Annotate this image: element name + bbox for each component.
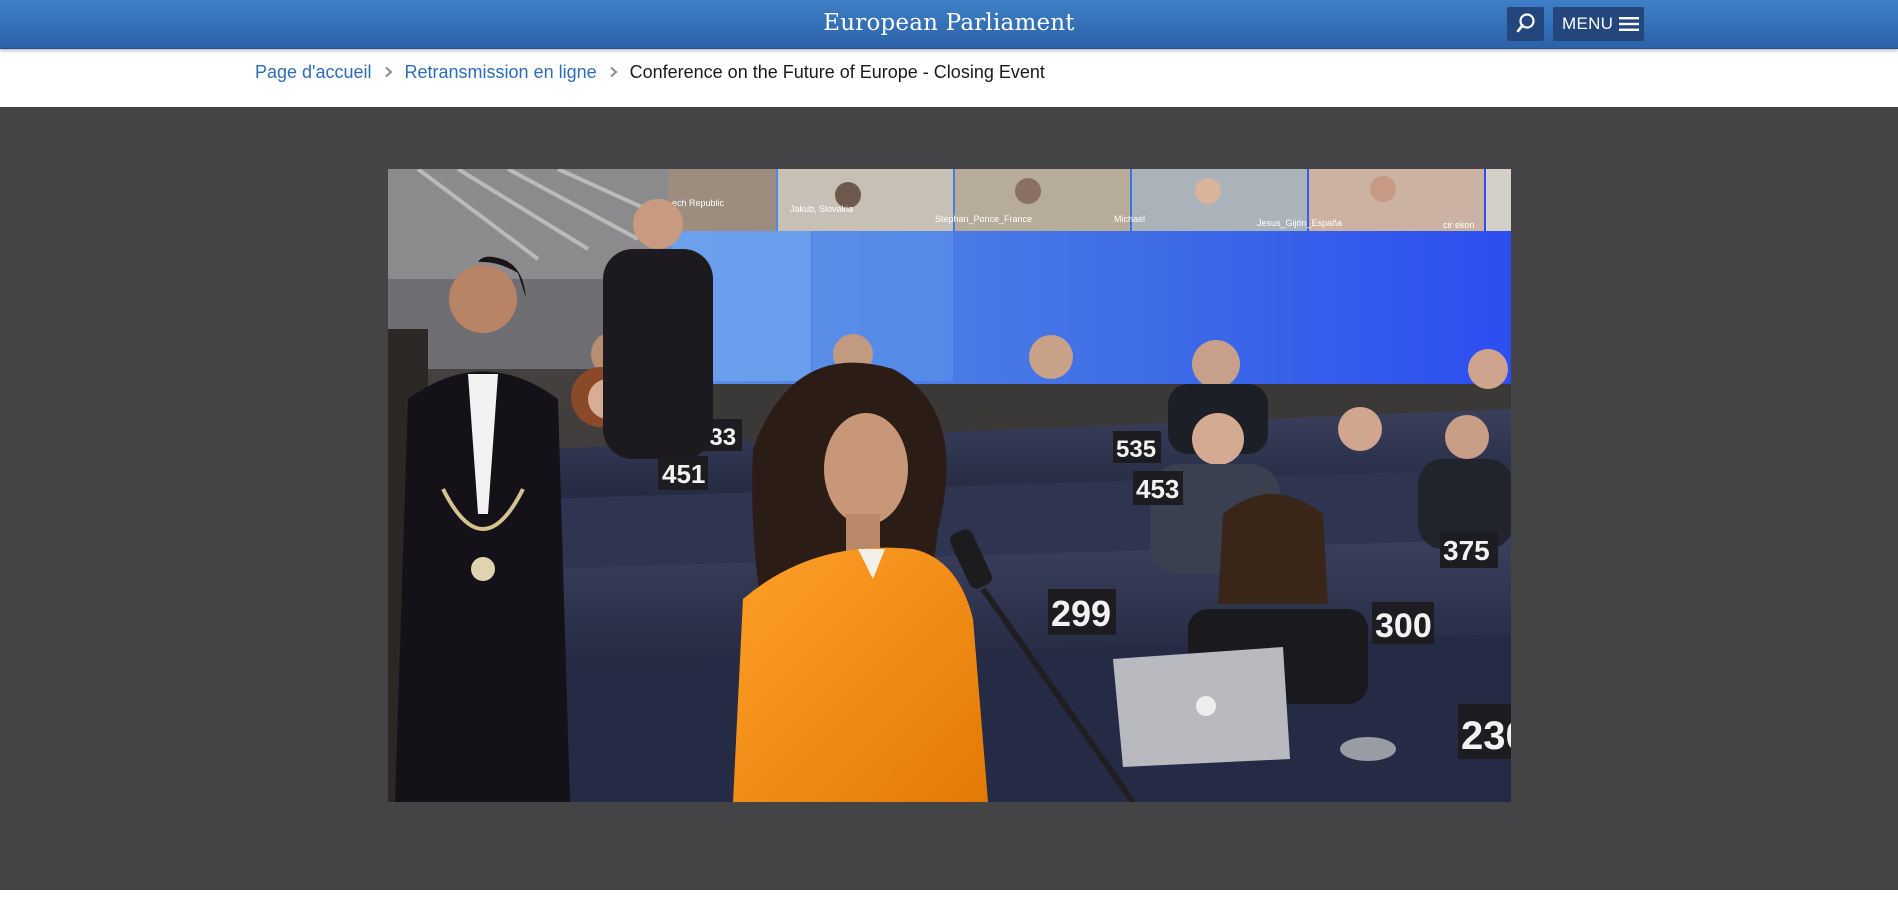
top-navigation-bar: European Parliament MENU <box>0 0 1898 49</box>
desk-number: 453 <box>1136 474 1179 504</box>
breadcrumb-live-link[interactable]: Retransmission en ligne <box>405 62 597 83</box>
video-player-area: ech Republic Jakub, Slovakia Stephan_Pon… <box>0 107 1898 890</box>
desk-number: 451 <box>662 459 705 489</box>
desk-number: 300 <box>1375 607 1432 645</box>
desk-number: 299 <box>1051 593 1111 634</box>
video-frame-image: ech Republic Jakub, Slovakia Stephan_Pon… <box>388 169 1511 802</box>
screen-caption: cir ekon <box>1443 220 1475 230</box>
hamburger-icon <box>1619 17 1640 31</box>
screen-caption: Michael <box>1114 214 1145 224</box>
chevron-right-icon <box>384 66 393 78</box>
breadcrumb: Page d'accueil Retransmission en ligne C… <box>255 60 1045 84</box>
menu-label: MENU <box>1562 14 1614 33</box>
search-button[interactable] <box>1507 7 1544 41</box>
screen-video-tiles: ech Republic Jakub, Slovakia Stephan_Pon… <box>668 169 1511 231</box>
desk-number: 535 <box>1116 436 1156 463</box>
search-icon <box>1516 13 1535 33</box>
screen-caption: Stephan_Ponce_France <box>935 214 1032 224</box>
screen-caption: ech Republic <box>672 198 725 208</box>
screen-caption: Jesus_Gijón_España <box>1257 218 1342 228</box>
screen-caption: Jakub, Slovakia <box>790 204 853 214</box>
menu-button[interactable]: MENU <box>1553 7 1644 41</box>
chevron-right-icon <box>609 66 618 78</box>
breadcrumb-home-link[interactable]: Page d'accueil <box>255 62 372 83</box>
breadcrumb-current-page: Conference on the Future of Europe - Clo… <box>629 61 1045 82</box>
desk-number: 375 <box>1443 535 1490 566</box>
desk-number: 230 <box>1461 714 1511 758</box>
video-player[interactable]: ech Republic Jakub, Slovakia Stephan_Pon… <box>388 169 1511 802</box>
